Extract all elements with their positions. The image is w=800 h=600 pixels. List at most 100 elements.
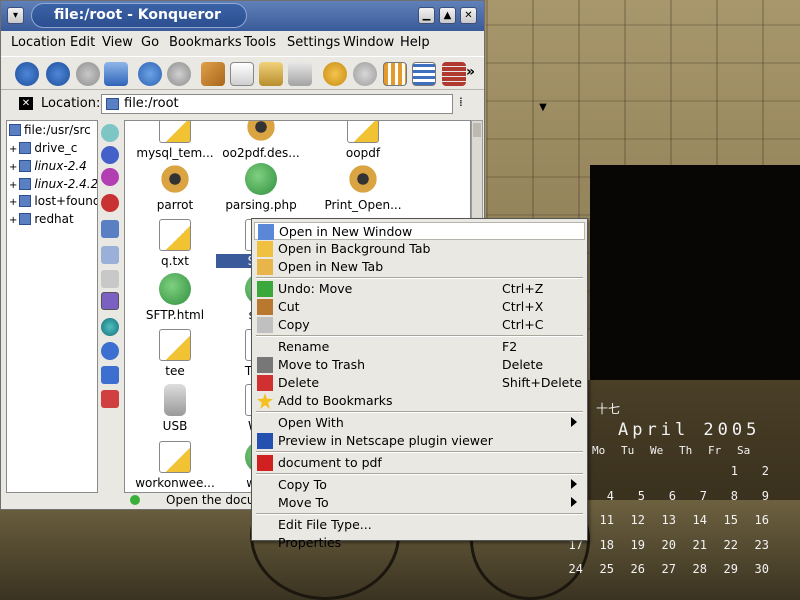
file-item[interactable]: USB — [130, 384, 220, 433]
context-menu-item[interactable]: Open in New Window — [254, 222, 585, 240]
tree-item[interactable]: + drive_c — [9, 141, 77, 155]
back-icon[interactable] — [46, 62, 70, 86]
firewall-icon[interactable] — [442, 62, 466, 86]
menu-edit[interactable]: Edit — [70, 35, 95, 50]
main-toolbar: » — [1, 56, 484, 90]
stop-icon[interactable] — [167, 62, 191, 86]
file-item[interactable]: Print_Open... — [318, 163, 408, 212]
sidebar-tab-home-icon[interactable] — [101, 366, 119, 384]
menu-window[interactable]: Window — [343, 35, 394, 50]
sidebar-tab-root-icon[interactable] — [101, 292, 119, 310]
menu-settings[interactable]: Settings — [287, 35, 340, 50]
context-menu-item[interactable]: Move To — [254, 494, 585, 512]
context-menu-item[interactable]: Copy To — [254, 476, 585, 494]
context-menu-item[interactable]: Copy Ctrl+C — [254, 316, 585, 334]
copy-toolbar-icon[interactable] — [230, 62, 254, 86]
home-icon[interactable] — [104, 62, 128, 86]
clear-location-icon[interactable]: ✕ — [19, 97, 33, 110]
maximize-button[interactable]: ▲ — [439, 7, 456, 24]
context-menu-item[interactable]: Rename F2 — [254, 338, 585, 356]
file-doc-icon — [347, 121, 379, 143]
tree-expand-icon[interactable]: + — [9, 162, 17, 173]
sidebar-tab-network-icon[interactable] — [101, 246, 119, 264]
scrollbar-thumb[interactable] — [473, 123, 481, 137]
minimize-button[interactable]: ▁ — [418, 7, 435, 24]
file-item[interactable]: oopdf — [318, 121, 408, 160]
sidebar-tab-fonts-icon[interactable] — [101, 168, 119, 186]
view-mode-icon[interactable] — [383, 62, 407, 86]
menu-item-label: Properties — [278, 535, 342, 550]
file-item[interactable]: parsing.php — [216, 163, 306, 212]
context-menu-item[interactable]: document to pdf — [254, 454, 585, 472]
location-input[interactable]: file:/root ▼ — [101, 94, 547, 114]
menu-item-label: Copy — [278, 317, 310, 332]
calendar-day: 1 — [730, 464, 738, 478]
menu-help[interactable]: Help — [400, 35, 430, 50]
file-item[interactable]: oo2pdf.des... — [216, 121, 306, 160]
context-menu-item[interactable]: Add to Bookmarks — [254, 392, 585, 410]
calendar-day: 14 — [692, 513, 707, 528]
tree-item[interactable]: + linux-2.4 — [9, 159, 87, 173]
context-menu-item[interactable]: Open With — [254, 414, 585, 432]
print-icon[interactable] — [288, 62, 312, 86]
paste-toolbar-icon[interactable] — [259, 62, 283, 86]
sidebar-tab-devices-icon[interactable] — [101, 146, 119, 164]
sidebar-tab-web-icon[interactable] — [101, 318, 119, 336]
file-item[interactable]: parrot — [130, 163, 220, 212]
file-doc-icon — [159, 441, 191, 473]
calendar-day: 2 — [761, 464, 769, 478]
file-item[interactable]: workonwee... — [130, 441, 220, 490]
location-overflow-icon[interactable]: ⁞ — [459, 95, 463, 109]
zoom-out-icon[interactable] — [353, 62, 377, 86]
menu-location[interactable]: Location — [11, 35, 66, 50]
menu-tools[interactable]: Tools — [244, 35, 276, 50]
context-menu-item[interactable]: Undo: Move Ctrl+Z — [254, 280, 585, 298]
tree-expand-icon[interactable]: + — [9, 197, 17, 208]
file-label: mysql_tem... — [136, 146, 214, 160]
title-bar[interactable]: ▾ file:/root - Konqueror ▁ ▲ ✕ — [1, 1, 484, 31]
menu-go[interactable]: Go — [141, 35, 159, 50]
context-menu-item[interactable]: Open in New Tab — [254, 258, 585, 276]
sidebar-tab-bookmarks-icon[interactable] — [101, 124, 119, 142]
menu-item-shortcut: Ctrl+X — [502, 299, 544, 314]
view-mode-detail-icon[interactable] — [412, 62, 436, 86]
context-menu-item[interactable]: Move to Trash Delete — [254, 356, 585, 374]
up-icon[interactable] — [15, 62, 39, 86]
tree-item[interactable]: + redhat — [9, 212, 74, 226]
forward-icon[interactable] — [76, 62, 100, 86]
sidebar-tab-bookmark-red-icon[interactable] — [101, 390, 119, 408]
sidebar-tab-clock-icon[interactable] — [101, 342, 119, 360]
close-button[interactable]: ✕ — [460, 7, 477, 24]
menu-bookmarks[interactable]: Bookmarks — [169, 35, 242, 50]
file-item[interactable]: q.txt — [130, 219, 220, 268]
context-menu-item[interactable]: Open in Background Tab — [254, 240, 585, 258]
cut-toolbar-icon[interactable] — [201, 62, 225, 86]
file-item[interactable]: tee — [130, 329, 220, 378]
toolbar-overflow-icon[interactable]: » — [466, 64, 480, 88]
menu-view[interactable]: View — [102, 35, 133, 50]
context-menu-item[interactable]: Delete Shift+Delete — [254, 374, 585, 392]
context-menu-item[interactable]: Preview in Netscape plugin viewer — [254, 432, 585, 450]
tree-item[interactable]: + lost+found — [9, 194, 97, 208]
reload-icon[interactable] — [138, 62, 162, 86]
window-menu-button[interactable]: ▾ — [7, 7, 24, 24]
context-menu-item[interactable]: Edit File Type... — [254, 516, 585, 534]
tree-item[interactable]: + linux-2.4.2 — [9, 177, 97, 191]
sidebar-tab-services-icon[interactable] — [101, 270, 119, 288]
menu-separator — [256, 451, 583, 453]
calendar-day: 9 — [761, 488, 769, 503]
file-item[interactable]: SFTP.html — [130, 273, 220, 322]
context-menu-item[interactable]: Cut Ctrl+X — [254, 298, 585, 316]
sidebar-tab-folder-icon[interactable] — [101, 220, 119, 238]
tree-expand-icon[interactable]: + — [9, 144, 17, 155]
menu-item-label: Cut — [278, 299, 300, 314]
tree-expand-icon[interactable]: + — [9, 180, 17, 191]
context-menu-item[interactable]: Properties — [254, 534, 585, 552]
location-dropdown-icon[interactable]: ▼ — [534, 99, 552, 117]
file-item[interactable]: mysql_tem... — [130, 121, 220, 160]
tree-item[interactable]: file:/usr/src — [9, 123, 91, 137]
sidebar-tab-history-icon[interactable] — [101, 194, 119, 212]
tree-expand-icon[interactable]: + — [9, 215, 17, 226]
background-tab-icon — [257, 241, 273, 257]
zoom-in-icon[interactable] — [323, 62, 347, 86]
